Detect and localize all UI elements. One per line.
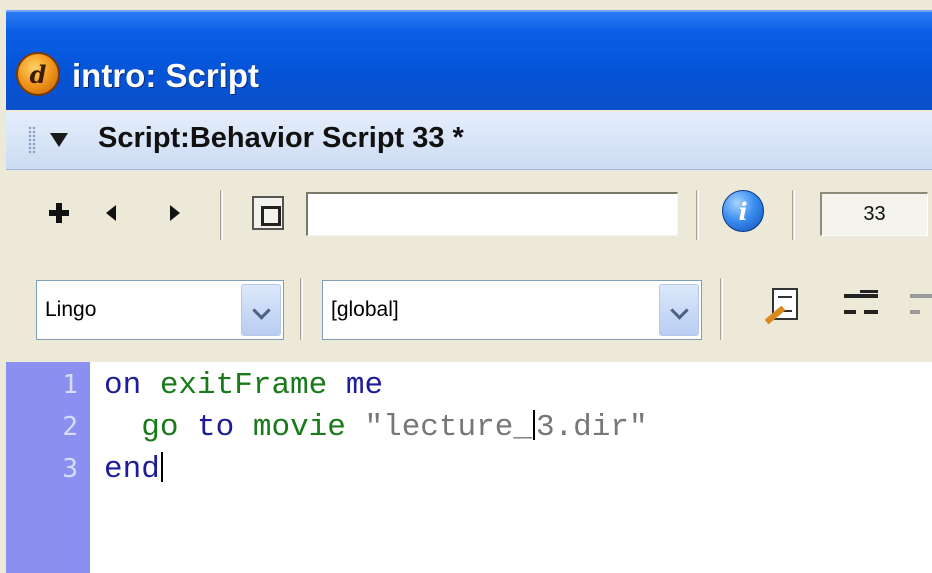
line-number: 3 (62, 454, 78, 484)
member-name-input[interactable] (306, 192, 678, 236)
panel-title: Script:Behavior Script 33 * (98, 122, 464, 154)
line-number-gutter: 1 2 3 (6, 362, 90, 573)
language-select[interactable]: Lingo (36, 280, 284, 340)
member-drag-icon[interactable] (252, 196, 284, 230)
code-editor[interactable]: 1 2 3 on exitFrame me go to movie "lectu… (6, 362, 932, 573)
info-icon[interactable]: i (722, 190, 764, 232)
toolbar-divider (696, 190, 699, 240)
line-number: 1 (62, 370, 78, 400)
toolbar-divider (792, 190, 795, 240)
next-member-icon[interactable] (166, 202, 182, 224)
text-caret (532, 410, 535, 440)
previous-member-icon[interactable] (104, 202, 120, 224)
title-bar[interactable]: d intro: Script (6, 10, 932, 110)
window-title: intro: Script (72, 57, 259, 94)
line-number: 2 (62, 412, 78, 442)
code-line[interactable]: go to movie "lecture_ 3.dir" (104, 410, 648, 445)
member-toolbar: i 33 (6, 172, 932, 260)
new-member-plus-icon[interactable] (46, 200, 72, 226)
panel-header[interactable]: Script:Behavior Script 33 * (6, 112, 932, 170)
director-logo-icon: d (16, 52, 60, 96)
script-toolbar: Lingo [global] (6, 262, 932, 362)
handler-scope-value: [global] (331, 298, 399, 321)
toolbar-divider (720, 278, 723, 340)
collapse-triangle-icon[interactable] (50, 133, 68, 147)
cast-member-number: 33 (820, 192, 928, 236)
script-window: d intro: Script Script:Behavior Script 3… (0, 0, 932, 573)
toolbar-divider (300, 278, 303, 340)
uncomment-icon[interactable] (908, 288, 932, 328)
comment-icon[interactable] (842, 288, 882, 328)
handler-scope-select[interactable]: [global] (322, 280, 702, 340)
text-caret (160, 452, 163, 482)
chevron-down-icon[interactable] (659, 284, 699, 336)
toolbar-divider (220, 190, 223, 240)
script-editor-icon[interactable] (762, 286, 802, 334)
chevron-down-icon[interactable] (241, 284, 281, 336)
code-line[interactable]: on exitFrame me (104, 368, 383, 403)
language-select-value: Lingo (45, 298, 97, 321)
code-line[interactable]: end (104, 452, 164, 487)
grip-handle-icon[interactable] (28, 126, 36, 154)
